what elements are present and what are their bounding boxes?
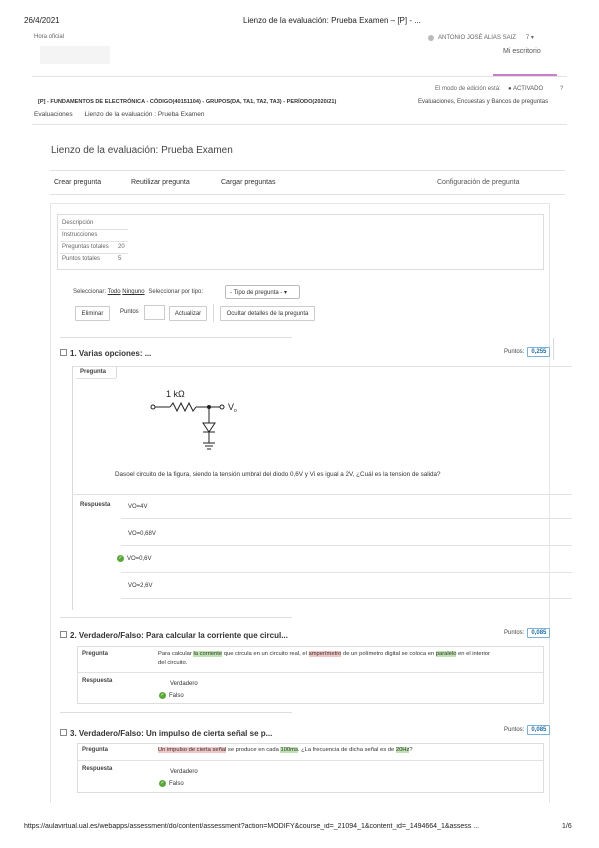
points-label: Puntos:	[504, 727, 525, 733]
breadcrumb-evaluaciones[interactable]: Evaluaciones	[34, 111, 73, 118]
breadcrumb: Evaluaciones Lienzo de la evaluación : P…	[34, 111, 204, 118]
question-2-checkbox[interactable]	[60, 631, 67, 638]
question-2-points-value[interactable]: 0,085	[527, 628, 551, 638]
total-points-label: Puntos totales	[62, 256, 101, 262]
vout-label: Vo	[228, 402, 237, 414]
upload-questions-button[interactable]: Cargar preguntas	[221, 179, 275, 186]
institution-logo	[40, 46, 110, 64]
help-icon[interactable]: ?	[560, 86, 563, 92]
question-1-title[interactable]: 1. Varias opciones: ...	[70, 349, 151, 358]
select-label: Seleccionar:	[73, 289, 107, 295]
question-2-answer-2: ✓ Falso	[159, 692, 184, 700]
update-button[interactable]: Actualizar	[169, 306, 207, 321]
question-1-points: Puntos: 0,255	[504, 347, 551, 357]
my-desktop-link[interactable]: Mi escritorio	[503, 48, 541, 55]
points-label: Puntos:	[504, 630, 525, 636]
question-2-pregunta-label: Pregunta	[82, 651, 109, 657]
question-2-title[interactable]: 2. Verdadero/Falso: Para calcular la cor…	[70, 631, 288, 640]
points-input[interactable]	[144, 305, 165, 320]
question-1-pregunta-label: Pregunta	[80, 369, 107, 375]
question-3-answer-2: ✓ Falso	[159, 780, 184, 788]
question-1-text: Dasoel circuito de la figura, siendo la …	[115, 471, 441, 478]
select-by-type-label: Seleccionar por tipo:	[148, 289, 204, 295]
resistor-label: 1 kΩ	[166, 389, 185, 399]
print-page-number: 1/6	[562, 823, 572, 830]
circuit-diagram: 1 kΩ Vi Vo	[150, 389, 237, 450]
delete-button[interactable]: Eliminar	[75, 306, 110, 321]
question-3-answer-1: Verdadero	[170, 769, 198, 775]
question-2-text: Para calcular la corriente que circula e…	[158, 651, 490, 657]
total-points-value: 5	[118, 256, 122, 262]
vout-terminal	[219, 404, 225, 410]
question-type-select[interactable]: - Tipo de pregunta - ▾	[225, 285, 300, 299]
question-1-answer-2: VO=0,68V	[128, 531, 156, 537]
question-1-answer-1: VO=4V	[128, 504, 148, 510]
course-right-link[interactable]: Evaluaciones, Encuestas y Bancos de preg…	[418, 99, 548, 105]
question-2-respuesta-label: Respuesta	[82, 678, 113, 684]
breadcrumb-current: Lienzo de la evaluación : Prueba Examen	[84, 111, 205, 118]
user-icon	[428, 34, 434, 41]
hide-details-button[interactable]: Ocultar detalles de la pregunta	[220, 306, 315, 321]
question-settings-button[interactable]: Configuración de pregunta	[437, 179, 520, 186]
vin-terminal	[150, 404, 156, 410]
instructions-label: Instrucciones	[62, 232, 98, 238]
question-2-points: Puntos: 0,085	[504, 628, 551, 638]
question-1-checkbox[interactable]	[60, 349, 67, 356]
user-menu[interactable]: ANTONIO JOSÉ ALIAS SAIZ 7 ▾	[428, 34, 534, 41]
reuse-question-button[interactable]: Reutilizar pregunta	[131, 179, 190, 186]
print-date: 26/4/2021	[24, 16, 60, 25]
print-footer-url: https://aulavirtual.ual.es/webapps/asses…	[24, 823, 480, 830]
edit-mode-toggle[interactable]: ● ACTIVADO	[508, 86, 543, 92]
selection-row: Seleccionar: Todo Ninguno Seleccionar po…	[73, 289, 203, 295]
resistor-icon	[169, 401, 197, 413]
question-1-points-value[interactable]: 0,255	[527, 347, 551, 357]
select-none-link[interactable]: Ninguno	[122, 289, 144, 295]
question-3-pregunta-label: Pregunta	[82, 747, 109, 753]
question-3-points: Puntos: 0,085	[504, 725, 551, 735]
total-questions-value: 20	[118, 244, 125, 250]
user-name: ANTONIO JOSÉ ALIAS SAIZ	[438, 34, 516, 41]
question-1-answer-3: ✓ VO=0,6V	[117, 555, 152, 563]
hora-oficial-label: Hora oficial	[34, 34, 65, 40]
page-title: Lienzo de la evaluación: Prueba Examen	[51, 145, 233, 156]
edit-mode-label: El modo de edición está:	[435, 86, 501, 92]
description-label: Descripción	[62, 220, 94, 226]
correct-check-icon: ✓	[117, 555, 124, 562]
question-3-respuesta-label: Respuesta	[82, 766, 113, 772]
question-3-checkbox[interactable]	[60, 729, 67, 736]
course-title: [P] - FUNDAMENTOS DE ELECTRÓNICA - CÓDIG…	[38, 99, 337, 105]
question-3-points-value[interactable]: 0,085	[527, 725, 551, 735]
question-2-text-line2: del circuito.	[158, 660, 188, 666]
assessment-info-box	[57, 214, 544, 270]
correct-check-icon: ✓	[159, 780, 166, 787]
user-extra: 7 ▾	[525, 35, 534, 41]
create-question-button[interactable]: Crear pregunta	[54, 179, 101, 186]
correct-check-icon: ✓	[159, 692, 166, 699]
question-1-respuesta-label: Respuesta	[80, 502, 111, 508]
select-all-link[interactable]: Todo	[108, 289, 121, 295]
points-label: Puntos	[120, 309, 139, 315]
print-title: Lienzo de la evaluación: Prueba Examen –…	[243, 16, 421, 25]
total-questions-label: Preguntas totales	[62, 244, 109, 250]
question-2-answer-1: Verdadero	[170, 681, 198, 687]
diode-icon	[202, 422, 216, 433]
question-3-text: Un impulso de cierta señal se produce en…	[158, 747, 413, 753]
question-1-answer-4: VO=2,6V	[128, 583, 153, 589]
points-label: Puntos:	[504, 349, 525, 355]
question-3-title[interactable]: 3. Verdadero/Falso: Un impulso de cierta…	[70, 729, 272, 738]
